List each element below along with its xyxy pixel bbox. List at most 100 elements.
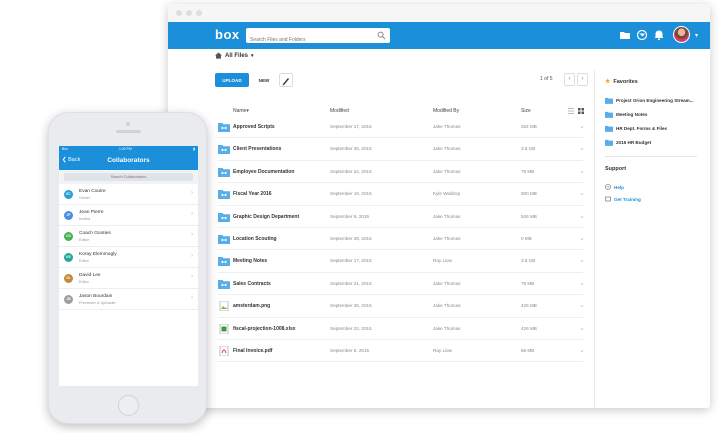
window-minimize-dot[interactable] bbox=[186, 10, 192, 16]
globe-icon[interactable] bbox=[636, 29, 648, 41]
user-avatar[interactable] bbox=[673, 26, 690, 43]
file-name[interactable]: amsterdam.png bbox=[233, 303, 270, 309]
file-row[interactable]: fiscal-projection-1008.xlsxSeptember 22,… bbox=[218, 318, 583, 340]
column-header-modified[interactable]: Modified bbox=[330, 108, 349, 114]
chevron-right-icon[interactable]: › bbox=[191, 295, 193, 301]
collaborator-row[interactable]: JPJean PierreInvited› bbox=[59, 205, 198, 226]
shared-folder-icon bbox=[605, 125, 613, 132]
home-icon[interactable] bbox=[215, 52, 222, 59]
file-size: 264 MB bbox=[521, 124, 537, 129]
upload-button[interactable]: UPLOAD bbox=[215, 73, 249, 87]
file-size: 86 MB bbox=[521, 348, 534, 353]
help-link[interactable]: ? Help bbox=[605, 184, 624, 190]
chevron-down-icon[interactable]: ⌄ bbox=[579, 324, 585, 332]
window-close-dot[interactable] bbox=[176, 10, 182, 16]
file-size: 79 MB bbox=[521, 169, 534, 174]
file-name[interactable]: fiscal-projection-1008.xlsx bbox=[233, 326, 296, 332]
file-modified-by: Jake Thomas bbox=[433, 303, 461, 308]
file-row[interactable]: Graphic Design DepartmentSeptember 8, 20… bbox=[218, 206, 583, 228]
file-name[interactable]: Client Presentations bbox=[233, 146, 281, 152]
chevron-down-icon[interactable]: ⌄ bbox=[579, 212, 585, 220]
file-name[interactable]: Final Invoice.pdf bbox=[233, 348, 272, 354]
box-logo[interactable]: box bbox=[215, 27, 240, 42]
training-icon bbox=[605, 196, 611, 202]
file-row[interactable]: Fiscal Year 2016September 19, 2015Kyle W… bbox=[218, 183, 583, 205]
collaborator-search-input[interactable] bbox=[64, 173, 193, 181]
chevron-down-icon[interactable]: ⌄ bbox=[579, 301, 585, 309]
file-name[interactable]: Approved Scripts bbox=[233, 124, 275, 130]
next-page-button[interactable]: › bbox=[577, 73, 588, 86]
prev-page-button[interactable]: ‹ bbox=[564, 73, 575, 86]
chevron-right-icon[interactable]: › bbox=[191, 211, 193, 217]
breadcrumb-all-files[interactable]: All Files bbox=[225, 53, 248, 59]
chevron-down-icon[interactable]: ⌄ bbox=[579, 279, 585, 287]
file-row[interactable]: Location Scouting September 28, 2015 Jake … bbox=[218, 228, 583, 250]
collaborator-row[interactable]: ECEvan CoutreOwner› bbox=[59, 184, 198, 205]
shared-folder-icon bbox=[218, 122, 230, 132]
file-size: 426 MB bbox=[521, 303, 537, 308]
favorite-item[interactable]: Project Orion Engineering Stream... bbox=[605, 97, 694, 104]
chevron-right-icon[interactable]: › bbox=[191, 253, 193, 259]
file-name[interactable]: Fiscal Year 2016 bbox=[233, 191, 272, 197]
shared-folder-icon bbox=[218, 189, 230, 199]
bell-icon[interactable] bbox=[653, 29, 665, 41]
file-modified-by: Jake Thomas bbox=[433, 236, 461, 241]
collaborator-row[interactable]: KEKoray ElemmoglyEditor› bbox=[59, 247, 198, 268]
file-row[interactable]: Sales ContractsSeptember 21, 2015Jake Th… bbox=[218, 273, 583, 295]
folder-icon[interactable] bbox=[619, 29, 631, 41]
file-modified-by: Jake Thomas bbox=[433, 214, 461, 219]
column-header-size[interactable]: Size bbox=[521, 108, 531, 114]
file-name[interactable]: Employee Documentation bbox=[233, 169, 294, 175]
training-link-label: Get Training bbox=[614, 197, 641, 202]
chevron-down-icon[interactable]: ▾ bbox=[695, 32, 698, 39]
file-row[interactable]: Final Invoice.pdfSeptember 8, 2015Ray Li… bbox=[218, 340, 583, 362]
edit-button[interactable] bbox=[279, 73, 293, 87]
chevron-down-icon[interactable]: ⌄ bbox=[579, 346, 585, 354]
chevron-down-icon[interactable]: ⌄ bbox=[579, 122, 585, 130]
window-maximize-dot[interactable] bbox=[196, 10, 202, 16]
chevron-down-icon[interactable]: ⌄ bbox=[579, 167, 585, 175]
chevron-right-icon[interactable]: › bbox=[191, 274, 193, 280]
file-modified-date: September 21, 2015 bbox=[330, 281, 372, 286]
search-icon[interactable] bbox=[377, 31, 386, 40]
avatar: JP bbox=[64, 211, 73, 220]
file-row[interactable]: Approved ScriptsSeptember 17, 2015Jake T… bbox=[218, 116, 583, 138]
chevron-down-icon[interactable]: ⌄ bbox=[579, 234, 585, 242]
file-row[interactable]: Meeting NotesSeptember 17, 2015Ray Liow3… bbox=[218, 250, 583, 272]
collaborator-role: Editor bbox=[79, 280, 89, 284]
collaborator-name: Jason Bourdain bbox=[79, 294, 112, 299]
chevron-down-icon[interactable]: ⌄ bbox=[579, 144, 585, 152]
collaborator-row[interactable]: DLDavid LeeEditor› bbox=[59, 268, 198, 289]
chevron-down-icon[interactable]: ⌄ bbox=[579, 189, 585, 197]
file-name[interactable]: Meeting Notes bbox=[233, 258, 267, 264]
collaborator-row[interactable]: JBJason BourdainPreviewer & Uploader› bbox=[59, 289, 198, 310]
file-name[interactable]: Location Scouting bbox=[233, 236, 277, 242]
file-modified-date: September 28, 2015 bbox=[330, 236, 372, 241]
file-row[interactable]: Client PresentationsSeptember 25, 2015Ja… bbox=[218, 138, 583, 160]
home-button[interactable] bbox=[118, 395, 139, 416]
collaborator-role: Editor bbox=[79, 238, 89, 242]
pagination-text: 1 of 5 bbox=[540, 76, 553, 82]
chevron-right-icon[interactable]: › bbox=[191, 232, 193, 238]
file-row[interactable]: amsterdam.pngSeptember 25, 2015Jake Thom… bbox=[218, 295, 583, 317]
chevron-down-icon[interactable]: ▾ bbox=[251, 53, 254, 59]
column-header-name[interactable]: Name▾ bbox=[233, 108, 249, 114]
search-box[interactable] bbox=[246, 28, 390, 43]
chevron-right-icon[interactable]: › bbox=[191, 190, 193, 196]
file-name[interactable]: Graphic Design Department bbox=[233, 214, 299, 220]
favorite-item[interactable]: HR Dept. Forms & Files bbox=[605, 125, 667, 132]
search-input[interactable] bbox=[246, 33, 370, 48]
chevron-down-icon[interactable]: ⌄ bbox=[579, 256, 585, 264]
favorite-item[interactable]: 2016 HR Budget bbox=[605, 139, 651, 146]
list-view-icon[interactable] bbox=[568, 108, 574, 114]
collaborator-row[interactable]: CGCoach GootiesEditor› bbox=[59, 226, 198, 247]
shared-folder-icon bbox=[218, 234, 230, 244]
grid-view-icon[interactable] bbox=[578, 108, 584, 114]
file-name[interactable]: Sales Contracts bbox=[233, 281, 271, 287]
collaborator-role: Previewer & Uploader bbox=[79, 301, 116, 305]
file-row[interactable]: Employee DocumentationSeptember 22, 2015… bbox=[218, 161, 583, 183]
get-training-link[interactable]: Get Training bbox=[605, 196, 641, 202]
new-button[interactable]: NEW bbox=[253, 73, 275, 87]
favorite-item[interactable]: Meeting Notes bbox=[605, 111, 647, 118]
column-header-modified-by[interactable]: Modified By bbox=[433, 108, 459, 114]
